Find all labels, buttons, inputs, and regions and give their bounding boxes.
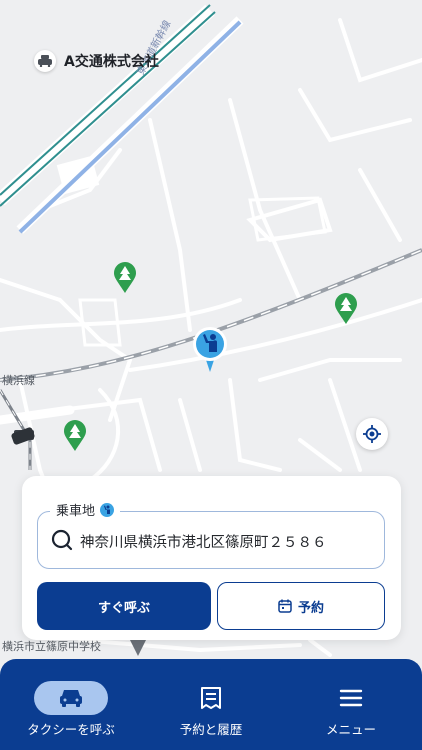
calendar-icon	[278, 599, 292, 613]
reserve-label: 予約	[297, 600, 324, 616]
pickup-legend-label: 乗車地	[56, 504, 96, 519]
receipt-icon	[201, 687, 221, 709]
bottom-navigation: タクシーを呼ぶ 予約と履歴 メニュー	[0, 659, 422, 750]
pickup-address-field[interactable]: 神奈川県横浜市港北区篠原町２５８６	[37, 511, 385, 569]
nav-item-call-taxi[interactable]: タクシーを呼ぶ	[1, 659, 141, 750]
current-location-button[interactable]	[356, 418, 388, 450]
search-icon	[51, 529, 73, 555]
park-tree-icon	[114, 262, 136, 298]
call-now-button[interactable]: すぐ呼ぶ	[37, 582, 211, 630]
nav-icon-container	[314, 681, 388, 715]
nav-label-menu: メニュー	[325, 722, 376, 737]
call-now-label: すぐ呼ぶ	[97, 600, 150, 616]
reserve-button[interactable]: 予約	[217, 582, 385, 630]
company-header: A交通株式会社	[34, 50, 159, 72]
company-name: A交通株式会社	[64, 54, 159, 70]
taxi-icon	[34, 50, 56, 72]
pickup-panel: 神奈川県横浜市港北区篠原町２５８６ 乗車地 すぐ呼ぶ 予約	[22, 476, 401, 640]
taxi-icon	[60, 690, 82, 707]
nav-item-reservations-history[interactable]: 予約と履歴	[141, 659, 281, 750]
menu-icon	[339, 689, 363, 707]
crosshair-icon	[363, 425, 381, 443]
nav-item-menu[interactable]: メニュー	[281, 659, 421, 750]
nav-icon-container	[174, 681, 248, 715]
pickup-location-pin[interactable]	[192, 326, 228, 378]
park-tree-icon	[335, 293, 357, 329]
rail-line-label: 横浜線	[2, 374, 35, 387]
pickup-legend: 乗車地	[50, 500, 121, 519]
pickup-address-text: 神奈川県横浜市港北区篠原町２５８６	[80, 535, 327, 551]
nav-label-call-taxi: タクシーを呼ぶ	[27, 722, 115, 737]
nav-active-indicator	[34, 681, 108, 715]
passenger-icon	[100, 502, 115, 517]
park-tree-icon	[64, 420, 86, 456]
school-label: 横浜市立篠原中学校	[2, 640, 101, 653]
nav-label-reservations-history: 予約と履歴	[179, 722, 243, 737]
